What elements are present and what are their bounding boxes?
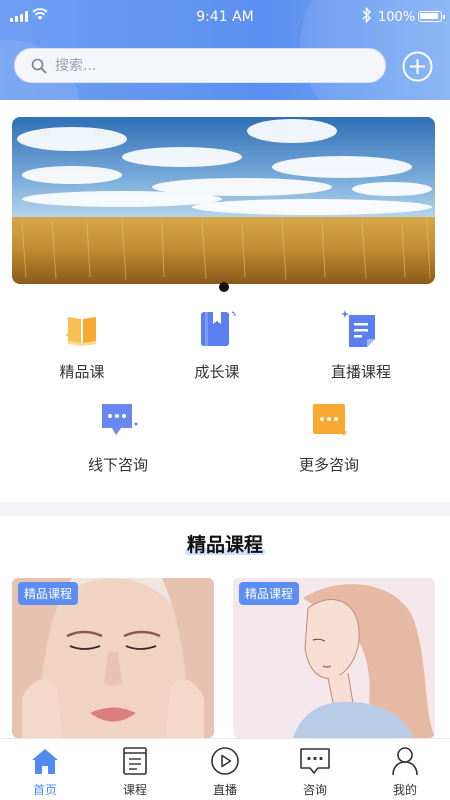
book-icon	[60, 307, 104, 351]
menu-item-live-course[interactable]: 直播课程	[301, 307, 421, 382]
menu-label: 精品课	[59, 363, 105, 381]
status-bar: 9:41 AM 100%	[0, 0, 450, 34]
menu-label: 成长课	[194, 363, 240, 381]
course-card[interactable]: 精品课程	[12, 578, 214, 738]
search-icon	[31, 58, 47, 73]
course-tag: 精品课程	[18, 582, 79, 605]
battery-percent: 100%	[378, 10, 416, 25]
tab-label: 咨询	[302, 783, 327, 797]
menu-item-premium-course[interactable]: 精品课	[22, 307, 142, 382]
banner-carousel[interactable]	[12, 117, 435, 284]
home-icon	[32, 749, 58, 774]
menu-label: 线下咨询	[87, 456, 148, 474]
battery-icon	[418, 11, 445, 22]
course-tag: 精品课程	[239, 582, 300, 605]
user-icon	[392, 747, 418, 776]
menu-label: 更多咨询	[298, 456, 359, 474]
chat-bubble-icon	[96, 400, 140, 444]
add-circle-icon[interactable]	[402, 51, 433, 82]
course-card[interactable]: 精品课程	[233, 578, 435, 738]
tab-mine[interactable]: 我的	[360, 739, 450, 800]
bookmark-book-icon	[195, 307, 239, 351]
tab-label: 直播	[212, 783, 237, 797]
menu-item-more-consult[interactable]: 更多咨询	[269, 400, 389, 475]
tab-label: 首页	[32, 783, 57, 797]
tab-live[interactable]: 直播	[180, 739, 270, 800]
menu-item-growth-course[interactable]: 成长课	[157, 307, 277, 382]
bottom-tab-bar: 首页 课程 直播 咨询 我的	[0, 738, 450, 800]
carousel-indicator[interactable]	[219, 282, 229, 292]
play-circle-icon	[211, 747, 239, 775]
message-icon	[307, 400, 351, 444]
menu-label: 直播课程	[330, 363, 391, 381]
section-title: 精品课程	[0, 530, 450, 556]
search-input[interactable]	[55, 57, 355, 74]
bluetooth-icon	[362, 7, 372, 23]
header: 9:41 AM 100%	[0, 0, 450, 100]
tab-course[interactable]: 课程	[90, 739, 180, 800]
notebook-icon	[123, 747, 147, 775]
tab-label: 我的	[392, 783, 417, 797]
chat-icon	[300, 748, 330, 774]
search-bar[interactable]	[14, 48, 386, 83]
banner-image-wheat-field	[12, 117, 435, 284]
section-divider	[0, 502, 450, 516]
document-icon	[339, 307, 383, 351]
tab-label: 课程	[122, 783, 147, 797]
menu-item-offline-consult[interactable]: 线下咨询	[58, 400, 178, 475]
tab-consult[interactable]: 咨询	[270, 739, 360, 800]
tab-home[interactable]: 首页	[0, 739, 90, 800]
